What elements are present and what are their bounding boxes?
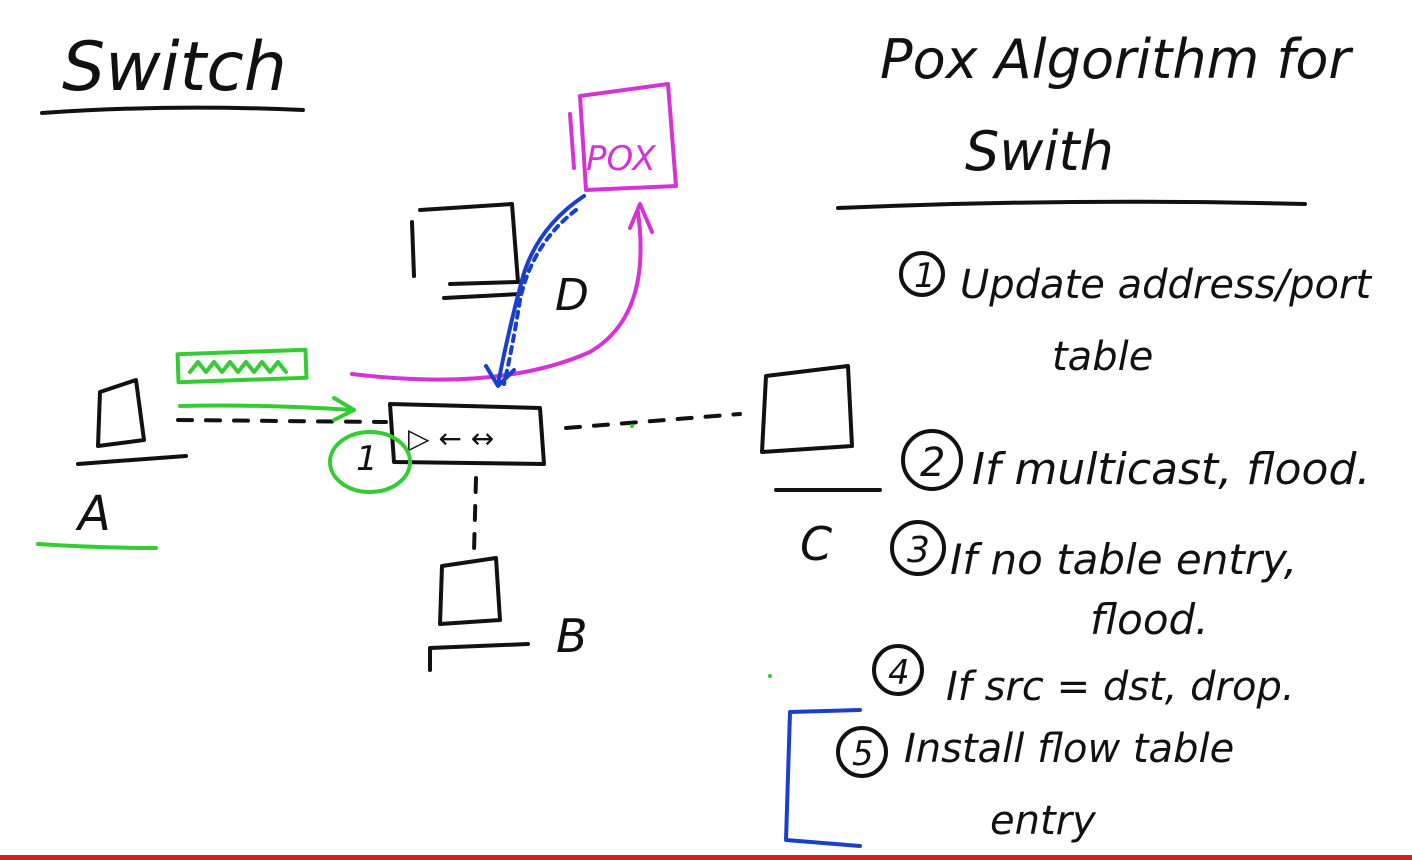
- host-b-monitor: [438, 556, 502, 626]
- step-1-text-line2: table: [1052, 334, 1153, 380]
- bottom-progress-bar: [0, 855, 1412, 860]
- step-5-text-line1: Install flow table: [904, 726, 1234, 772]
- host-b-base: [428, 642, 530, 672]
- host-a-base: [76, 454, 188, 466]
- link-a-switch: [176, 418, 388, 424]
- step-5-text-line2: entry: [990, 798, 1097, 844]
- algorithm-title-line1: Pox Algorithm for: [880, 28, 1353, 91]
- step-5-number: 5: [852, 734, 874, 774]
- title-underline: [40, 105, 305, 115]
- packet: [175, 347, 309, 385]
- host-a-monitor: [96, 378, 146, 448]
- packet-scribble: [188, 360, 288, 374]
- step-5: 5 Install flow table entry: [836, 726, 1234, 844]
- step-1-text-line1: Update address/port: [960, 262, 1372, 308]
- host-a-highlight: [36, 542, 158, 550]
- switch: ▷ ← ↔: [388, 402, 546, 466]
- host-d-monitor: [410, 220, 416, 278]
- host-b-label: B: [556, 609, 588, 663]
- pox-label: POX: [586, 139, 656, 179]
- step-2-text-line1: If multicast, flood.: [972, 444, 1370, 495]
- host-a-label: A: [75, 486, 111, 542]
- diagram-title: Switch: [62, 28, 287, 107]
- host-c: C: [760, 364, 882, 571]
- step-3-text-line2: flood.: [1090, 595, 1209, 644]
- step-3: 3 If no table entry, flood.: [890, 520, 1297, 644]
- packet-arrow: [178, 403, 354, 412]
- host-c-monitor: [760, 364, 854, 454]
- algorithm-title-line2: Swith: [965, 120, 1114, 183]
- step-2: 2 If multicast, flood.: [901, 429, 1370, 495]
- port-label: 1: [356, 439, 378, 479]
- link-switch-b: [472, 476, 478, 554]
- pox-box-left-stroke: [568, 112, 576, 170]
- step-3-text-line1: If no table entry,: [950, 535, 1297, 584]
- step-1-number: 1: [914, 256, 936, 296]
- step-1: 1 Update address/port table: [899, 251, 1372, 380]
- host-d-label: D: [555, 270, 589, 321]
- step-4: 4 If src = dst, drop.: [872, 644, 1295, 710]
- host-d-monitor-top: [418, 202, 520, 286]
- host-a: A: [36, 378, 188, 550]
- step-2-number: 2: [920, 440, 945, 486]
- step-4-text-line1: If src = dst, drop.: [946, 664, 1295, 710]
- host-c-label: C: [800, 517, 832, 571]
- step-3-number: 3: [907, 530, 930, 571]
- host-b: B: [428, 556, 588, 672]
- whiteboard-canvas: Switch Pox Algorithm for Swith A D C B ▷…: [36, 28, 1372, 848]
- link-switch-c: [564, 412, 742, 430]
- pox-controller: POX: [568, 82, 678, 192]
- algorithm-title-underline: [836, 199, 1307, 210]
- step-4-number: 4: [888, 653, 910, 693]
- stray-mark: [630, 424, 634, 428]
- switch-table-glyphs: ▷ ← ↔: [408, 422, 494, 455]
- host-d-base: [442, 292, 522, 300]
- stray-mark: [768, 674, 772, 678]
